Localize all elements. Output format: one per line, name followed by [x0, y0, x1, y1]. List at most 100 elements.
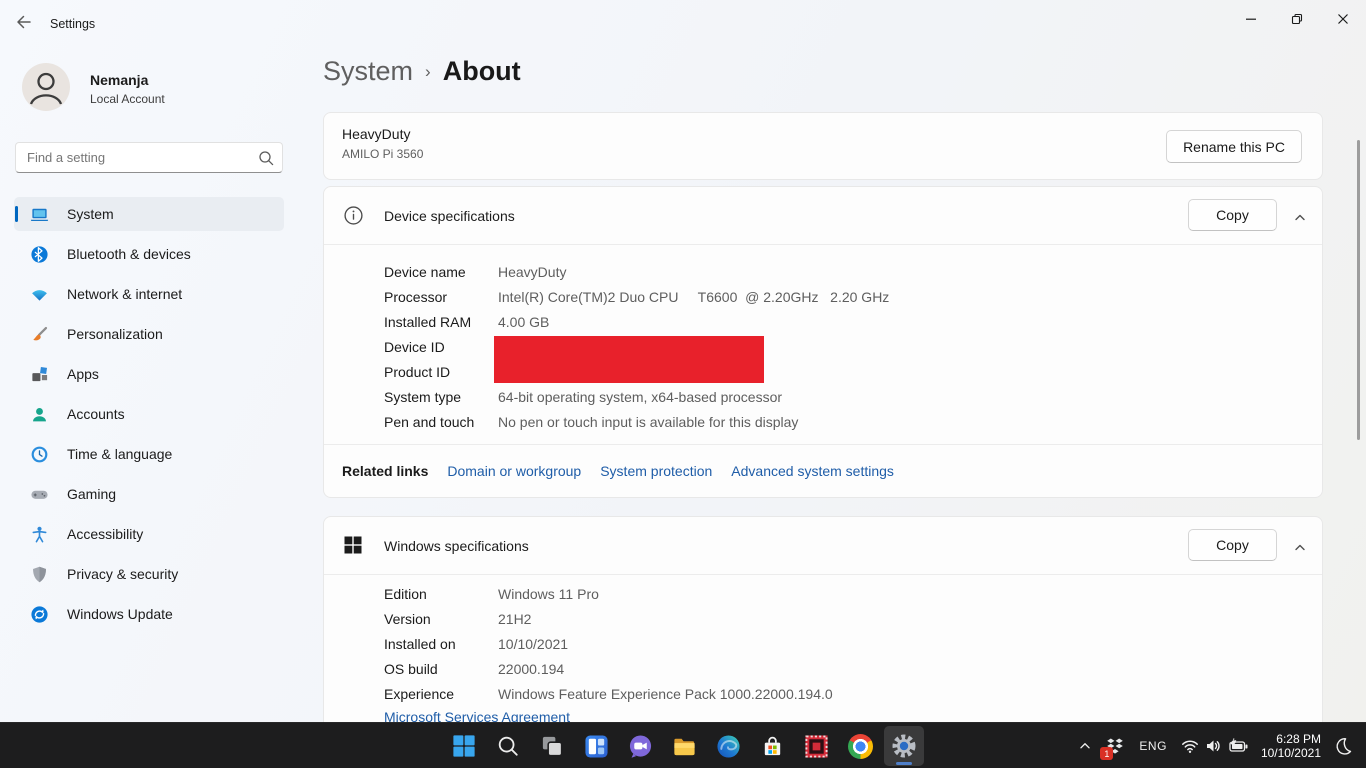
hidden-icons-button[interactable] — [1071, 726, 1099, 766]
capture-app-button[interactable] — [796, 726, 836, 766]
sidebar-item-windows-update[interactable]: Windows Update — [14, 597, 284, 631]
device-name: HeavyDuty — [342, 126, 411, 142]
sidebar-item-privacy-security[interactable]: Privacy & security — [14, 557, 284, 591]
user-account-type: Local Account — [90, 92, 165, 106]
link-system-protection[interactable]: System protection — [600, 463, 712, 479]
restore-button[interactable] — [1274, 4, 1320, 34]
spec-label: Edition — [384, 585, 427, 602]
spec-value: Windows 11 Pro — [498, 585, 599, 602]
edge-button[interactable] — [708, 726, 748, 766]
taskbar-search-button[interactable] — [488, 726, 528, 766]
wifi-icon — [32, 289, 47, 301]
sidebar-item-time-language[interactable]: Time & language — [14, 437, 284, 471]
minimize-icon — [1246, 18, 1256, 20]
search-input[interactable] — [16, 143, 282, 172]
close-button[interactable] — [1320, 4, 1366, 34]
widgets-button[interactable] — [576, 726, 616, 766]
page-title: About — [442, 56, 521, 86]
spec-row-system-type: System type 64-bit operating system, x64-… — [324, 384, 1322, 409]
spec-row-installed-on: Installed on 10/10/2021 — [324, 631, 1322, 656]
spec-label: OS build — [384, 660, 438, 677]
taskbar: 1 ENG 6:28 PM 10/10/2021 — [0, 722, 1366, 768]
person-icon — [29, 72, 63, 105]
spec-label: Device name — [384, 263, 466, 280]
moon-icon — [1336, 738, 1352, 755]
spec-label: Installed RAM — [384, 313, 472, 330]
sidebar-item-personalization[interactable]: Personalization — [14, 317, 284, 351]
bluetooth-icon — [31, 245, 48, 263]
tray-time: 6:28 PM — [1276, 732, 1321, 746]
spec-value: HeavyDuty — [498, 263, 567, 280]
store-button[interactable] — [752, 726, 792, 766]
focus-assist-button[interactable] — [1328, 726, 1358, 766]
windows-logo-icon — [343, 535, 363, 560]
chat-button[interactable] — [620, 726, 660, 766]
capture-app-icon — [804, 734, 828, 758]
dropbox-tray-button[interactable]: 1 — [1099, 726, 1131, 766]
link-advanced-system-settings[interactable]: Advanced system settings — [731, 463, 894, 479]
windows-specs-collapse-button[interactable] — [1288, 537, 1312, 557]
avatar[interactable] — [22, 63, 70, 111]
device-model: AMILO Pi 3560 — [342, 147, 424, 161]
chevron-up-icon — [1295, 214, 1305, 221]
shield-icon — [33, 566, 46, 582]
spec-row-processor: Processor Intel(R) Core(TM)2 Duo CPU T660… — [324, 284, 1322, 309]
info-icon — [343, 205, 364, 231]
network-volume-battery-button[interactable] — [1175, 726, 1254, 766]
spec-row-experience: Experience Windows Feature Experience Pac… — [324, 681, 1322, 706]
system-icon — [30, 208, 49, 221]
sidebar-item-label: Windows Update — [67, 606, 173, 622]
search-icon[interactable] — [257, 149, 275, 172]
rename-pc-button[interactable]: Rename this PC — [1166, 130, 1302, 163]
spec-label: Processor — [384, 288, 448, 305]
widgets-icon — [584, 734, 608, 758]
tray-date: 10/10/2021 — [1260, 746, 1321, 760]
spec-row-installed-ram: Installed RAM 4.00 GB — [324, 309, 1322, 334]
sidebar-item-accessibility[interactable]: Accessibility — [14, 517, 284, 551]
spec-row-edition: Edition Windows 11 Pro — [324, 581, 1322, 606]
sidebar-item-apps[interactable]: Apps — [14, 357, 284, 391]
chevron-up-icon — [1295, 544, 1305, 551]
spec-row-product-id: Product ID — [324, 359, 1322, 384]
start-button[interactable] — [444, 726, 484, 766]
spec-value: 4.00 GB — [498, 313, 550, 330]
minimize-button[interactable] — [1228, 4, 1274, 34]
scrollbar-thumb[interactable] — [1357, 140, 1360, 440]
settings-window: Settings Nemanja Local Account System Bl… — [0, 0, 1366, 768]
settings-app-button[interactable] — [884, 726, 924, 766]
spec-label: Pen and touch — [384, 413, 475, 430]
spec-label: Version — [384, 610, 431, 627]
spec-row-os-build: OS build 22000.194 — [324, 656, 1322, 681]
windows-specs-copy-button[interactable]: Copy — [1188, 529, 1277, 561]
breadcrumb-separator-icon: › — [425, 62, 431, 81]
device-specs-copy-button[interactable]: Copy — [1188, 199, 1277, 231]
clock-icon — [31, 446, 48, 462]
sidebar-item-accounts[interactable]: Accounts — [14, 397, 284, 431]
spec-value: 21H2 — [498, 610, 532, 627]
link-domain-workgroup[interactable]: Domain or workgroup — [447, 463, 581, 479]
update-icon — [31, 605, 48, 623]
language-indicator[interactable]: ENG — [1131, 726, 1175, 766]
sidebar-item-gaming[interactable]: Gaming — [14, 477, 284, 511]
task-view-icon — [542, 736, 562, 756]
chat-icon — [629, 734, 651, 758]
back-button[interactable] — [10, 12, 36, 32]
breadcrumb-system[interactable]: System — [323, 56, 413, 86]
spec-value: No pen or touch input is available for t… — [498, 413, 799, 430]
breadcrumb: System › About — [323, 56, 521, 87]
taskbar-apps — [444, 726, 924, 766]
sidebar-item-label: Accessibility — [67, 526, 144, 542]
file-explorer-icon — [673, 738, 695, 755]
sidebar-item-bluetooth-devices[interactable]: Bluetooth & devices — [14, 237, 284, 271]
file-explorer-button[interactable] — [664, 726, 704, 766]
sidebar-item-network-internet[interactable]: Network & internet — [14, 277, 284, 311]
task-view-button[interactable] — [532, 726, 572, 766]
gamepad-icon — [31, 490, 48, 499]
spec-label: Device ID — [384, 338, 445, 355]
clock[interactable]: 6:28 PM 10/10/2021 — [1254, 732, 1328, 760]
device-specs-collapse-button[interactable] — [1288, 207, 1312, 227]
chrome-button[interactable] — [840, 726, 880, 766]
sidebar-item-system[interactable]: System — [14, 197, 284, 231]
back-arrow-icon — [17, 15, 31, 29]
user-name: Nemanja — [90, 72, 149, 88]
